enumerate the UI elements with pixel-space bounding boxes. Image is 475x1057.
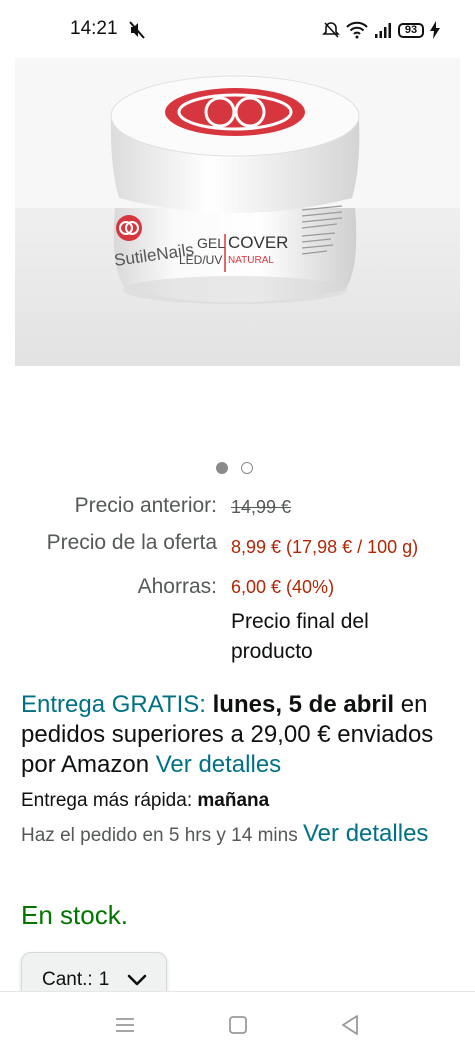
stock-status: En stock. (21, 900, 128, 930)
image-carousel-dots[interactable] (216, 462, 253, 474)
fastest-delivery-label: Entrega más rápida: (21, 790, 193, 811)
charging-bolt-icon (430, 21, 440, 39)
battery-indicator: 93 (398, 22, 424, 38)
final-price-note: Precio final del producto (231, 610, 369, 663)
savings-value: 6,00 € (40%) (231, 577, 335, 597)
carousel-dot-1[interactable] (216, 462, 228, 474)
offer-price-label: Precio de la oferta (46, 531, 217, 554)
order-within-text: Haz el pedido en 5 hrs y 14 mins (21, 825, 298, 846)
fastest-details-link[interactable]: Ver detalles (303, 820, 428, 847)
label-natural: NATURAL (228, 255, 274, 266)
product-image[interactable]: SutileNails GEL LED/UV COVER NATURAL (15, 58, 460, 366)
label-cover: COVER (228, 233, 288, 252)
delivery-details-link[interactable]: Ver detalles (156, 751, 281, 778)
back-icon[interactable] (337, 1012, 363, 1038)
carousel-dot-2[interactable] (241, 462, 253, 474)
product-jar-illustration: SutileNails GEL LED/UV COVER NATURAL (15, 58, 460, 366)
fastest-delivery-day: mañana (197, 790, 270, 811)
delivery-date: lunes, 5 de abril (212, 691, 395, 718)
order-cutoff: Haz el pedido en 5 hrs y 14 mins Ver det… (21, 818, 461, 851)
quantity-value: 1 (98, 969, 110, 990)
offer-price-value: 8,99 € (17,98 € / 100 g) (231, 537, 419, 557)
dnd-bell-icon (322, 22, 340, 38)
free-delivery-label: Entrega GRATIS: (21, 691, 206, 718)
wifi-icon (346, 21, 368, 39)
system-nav-bar (0, 991, 475, 1057)
signal-icon (375, 23, 391, 38)
menu-icon[interactable] (112, 1012, 138, 1038)
fastest-delivery: Entrega más rápida: mañana (21, 790, 269, 812)
previous-price-label: Precio anterior: (74, 494, 217, 517)
status-bar: 14:21 93 (0, 0, 475, 58)
previous-price-value: 14,99 € (231, 497, 292, 517)
quantity-label: Cant.: (42, 969, 93, 990)
status-icons: 93 (322, 18, 440, 42)
label-leduv: LED/UV (179, 253, 222, 267)
savings-label: Ahorras: (137, 575, 217, 598)
chevron-down-icon (127, 974, 147, 986)
status-time: 14:21 (70, 18, 118, 39)
label-gel: GEL (197, 235, 225, 251)
delivery-info: Entrega GRATIS: lunes, 5 de abril en ped… (21, 690, 461, 780)
home-icon[interactable] (225, 1012, 251, 1038)
mute-icon (129, 21, 145, 39)
